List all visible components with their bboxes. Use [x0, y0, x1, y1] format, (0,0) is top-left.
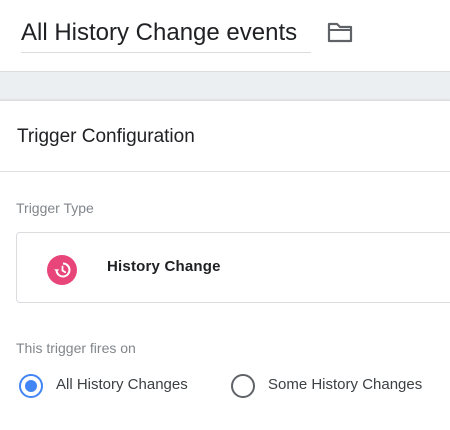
- fires-on-label: This trigger fires on: [16, 340, 136, 356]
- trigger-type-label: Trigger Type: [16, 200, 94, 216]
- trigger-name-input[interactable]: All History Change events: [21, 15, 311, 53]
- header: All History Change events: [0, 0, 450, 72]
- history-icon: [47, 255, 77, 285]
- divider: [0, 171, 450, 172]
- fires-on-radio-group: All History Changes Some History Changes: [18, 371, 450, 401]
- card-title: Trigger Configuration: [17, 126, 195, 147]
- folder-icon[interactable]: [326, 20, 356, 46]
- trigger-type-selector[interactable]: History Change: [16, 232, 450, 303]
- radio-label-some: Some History Changes: [268, 376, 423, 393]
- radio-dot: [25, 380, 37, 392]
- trigger-type-name: History Change: [107, 258, 221, 275]
- radio-unchecked-icon: [231, 374, 255, 398]
- radio-checked-icon: [19, 374, 43, 398]
- radio-label-all: All History Changes: [56, 376, 188, 393]
- trigger-configuration-card: Trigger Configuration Trigger Type Histo…: [0, 100, 450, 430]
- background-band: [0, 72, 450, 102]
